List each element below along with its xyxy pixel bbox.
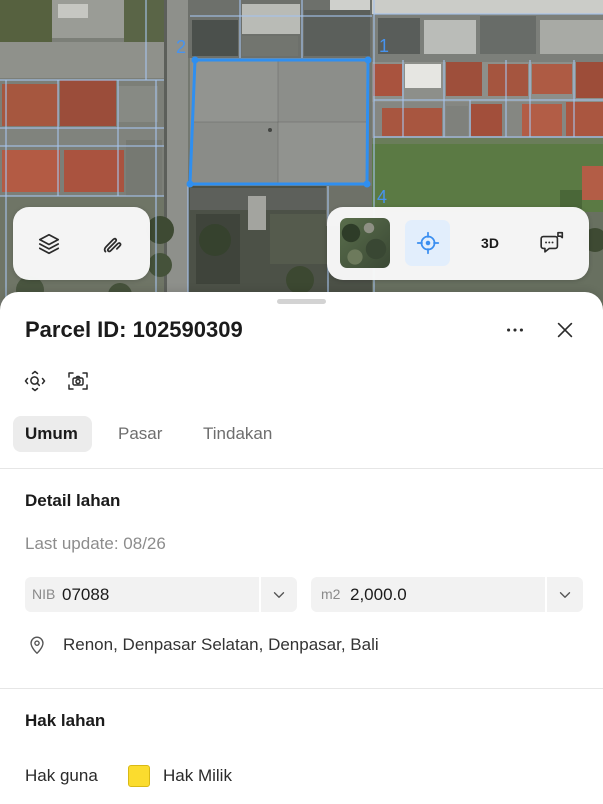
building-roof xyxy=(248,196,266,230)
building-roof xyxy=(192,20,238,56)
zoom-to-parcel-icon xyxy=(24,370,46,392)
vertex-label: 2 xyxy=(176,37,187,57)
parcel-vertex-handle[interactable] xyxy=(191,56,199,64)
parcel-vertex-handle[interactable] xyxy=(363,180,371,188)
red-roof xyxy=(60,80,116,126)
chevron-down-icon xyxy=(559,591,571,598)
sheet-drag-handle[interactable] xyxy=(277,299,326,304)
selected-parcel-outline[interactable] xyxy=(188,58,370,186)
red-roof xyxy=(532,64,572,94)
rights-value: Hak Milik xyxy=(163,766,232,785)
location-pin-icon xyxy=(26,634,48,656)
building-roof xyxy=(330,0,370,10)
red-roof xyxy=(471,104,502,136)
red-roof xyxy=(64,150,124,192)
draw-path-icon xyxy=(103,237,122,253)
map-tools-panel xyxy=(13,207,150,280)
red-roof xyxy=(566,102,603,136)
tree-canopy xyxy=(199,224,231,256)
capture-button[interactable] xyxy=(63,366,93,396)
satellite-map[interactable]: 2 1 4 3D xyxy=(0,0,603,310)
red-roof xyxy=(576,62,603,98)
grass-edge xyxy=(372,138,603,144)
section-divider xyxy=(0,468,603,469)
nib-label: NIB xyxy=(32,586,56,602)
feedback-button[interactable] xyxy=(532,221,572,265)
draw-path-button[interactable] xyxy=(90,222,134,266)
area-unit-label: m2 xyxy=(321,586,341,602)
red-roof xyxy=(522,104,562,136)
vertex-label: 1 xyxy=(379,36,390,56)
nib-value: 07088 xyxy=(62,585,110,604)
parcel-title: Parcel ID: 102590309 xyxy=(25,317,243,342)
area-dropdown[interactable]: m2 2,000.0 xyxy=(311,577,583,612)
view-3d-button[interactable]: 3D xyxy=(470,221,510,265)
red-roof xyxy=(373,64,402,96)
detail-section-heading: Detail lahan xyxy=(25,491,121,510)
chat-feedback-icon xyxy=(540,231,564,253)
parcel-map-app: 2 1 4 3D Parcel ID: 102590309 Umum Pasar… xyxy=(0,0,603,804)
area-value: 2,000.0 xyxy=(350,585,407,604)
red-roof xyxy=(382,108,442,136)
building-roof xyxy=(446,106,468,136)
building-roof xyxy=(480,16,536,54)
close-icon xyxy=(557,322,573,338)
building-roof xyxy=(405,64,441,88)
nib-dropdown[interactable]: NIB 07088 xyxy=(25,577,297,612)
parcel-vertex-handle[interactable] xyxy=(186,180,194,188)
ground xyxy=(0,42,165,78)
rights-label: Hak guna xyxy=(25,766,98,785)
locate-button[interactable] xyxy=(405,220,450,266)
parcel-detail-sheet: Parcel ID: 102590309 Umum Pasar Tindakan… xyxy=(0,292,603,804)
camera-capture-icon xyxy=(68,372,88,390)
parcel-vertex-handle[interactable] xyxy=(364,56,372,64)
section-divider xyxy=(0,688,603,689)
red-roof xyxy=(446,62,482,96)
red-roof xyxy=(2,84,58,126)
selected-parcel[interactable] xyxy=(186,56,372,188)
building-roof xyxy=(118,86,158,122)
parcel-location: Renon, Denpasar Selatan, Denpasar, Bali xyxy=(63,635,379,654)
close-button[interactable] xyxy=(550,315,580,345)
red-roof xyxy=(2,150,60,192)
tree-canopy xyxy=(148,253,172,277)
tree-canopy xyxy=(286,266,314,294)
building-roof xyxy=(270,214,330,264)
crosshair-icon xyxy=(416,231,439,255)
building-roof xyxy=(242,4,300,34)
vertex-label: 4 xyxy=(377,187,388,207)
chevron-down-icon xyxy=(273,591,285,598)
layers-button[interactable] xyxy=(27,222,71,266)
more-horizontal-icon xyxy=(507,328,523,332)
map-view-panel: 3D xyxy=(327,207,589,280)
rights-color-swatch xyxy=(128,765,150,787)
tree-canopy xyxy=(0,0,52,42)
more-button[interactable] xyxy=(500,315,530,345)
building-roof xyxy=(58,4,88,18)
tree-canopy xyxy=(146,216,174,244)
tab-pasar[interactable]: Pasar xyxy=(106,416,178,452)
red-roof xyxy=(582,166,603,200)
tab-tindakan[interactable]: Tindakan xyxy=(191,416,295,452)
building-roof xyxy=(304,10,370,56)
zoom-to-parcel-button[interactable] xyxy=(20,366,50,396)
building-roof xyxy=(540,20,603,54)
satellite-thumbnail[interactable] xyxy=(340,218,390,268)
area-dropdown-toggle[interactable] xyxy=(547,577,583,612)
tab-umum[interactable]: Umum xyxy=(13,416,92,452)
nib-dropdown-toggle[interactable] xyxy=(261,577,297,612)
road xyxy=(372,0,603,14)
rights-section-heading: Hak lahan xyxy=(25,711,106,730)
last-update-text: Last update: 08/26 xyxy=(25,534,166,553)
layers-icon xyxy=(38,233,60,255)
building-roof xyxy=(242,36,298,56)
building-roof xyxy=(424,20,476,54)
red-roof xyxy=(488,64,528,96)
